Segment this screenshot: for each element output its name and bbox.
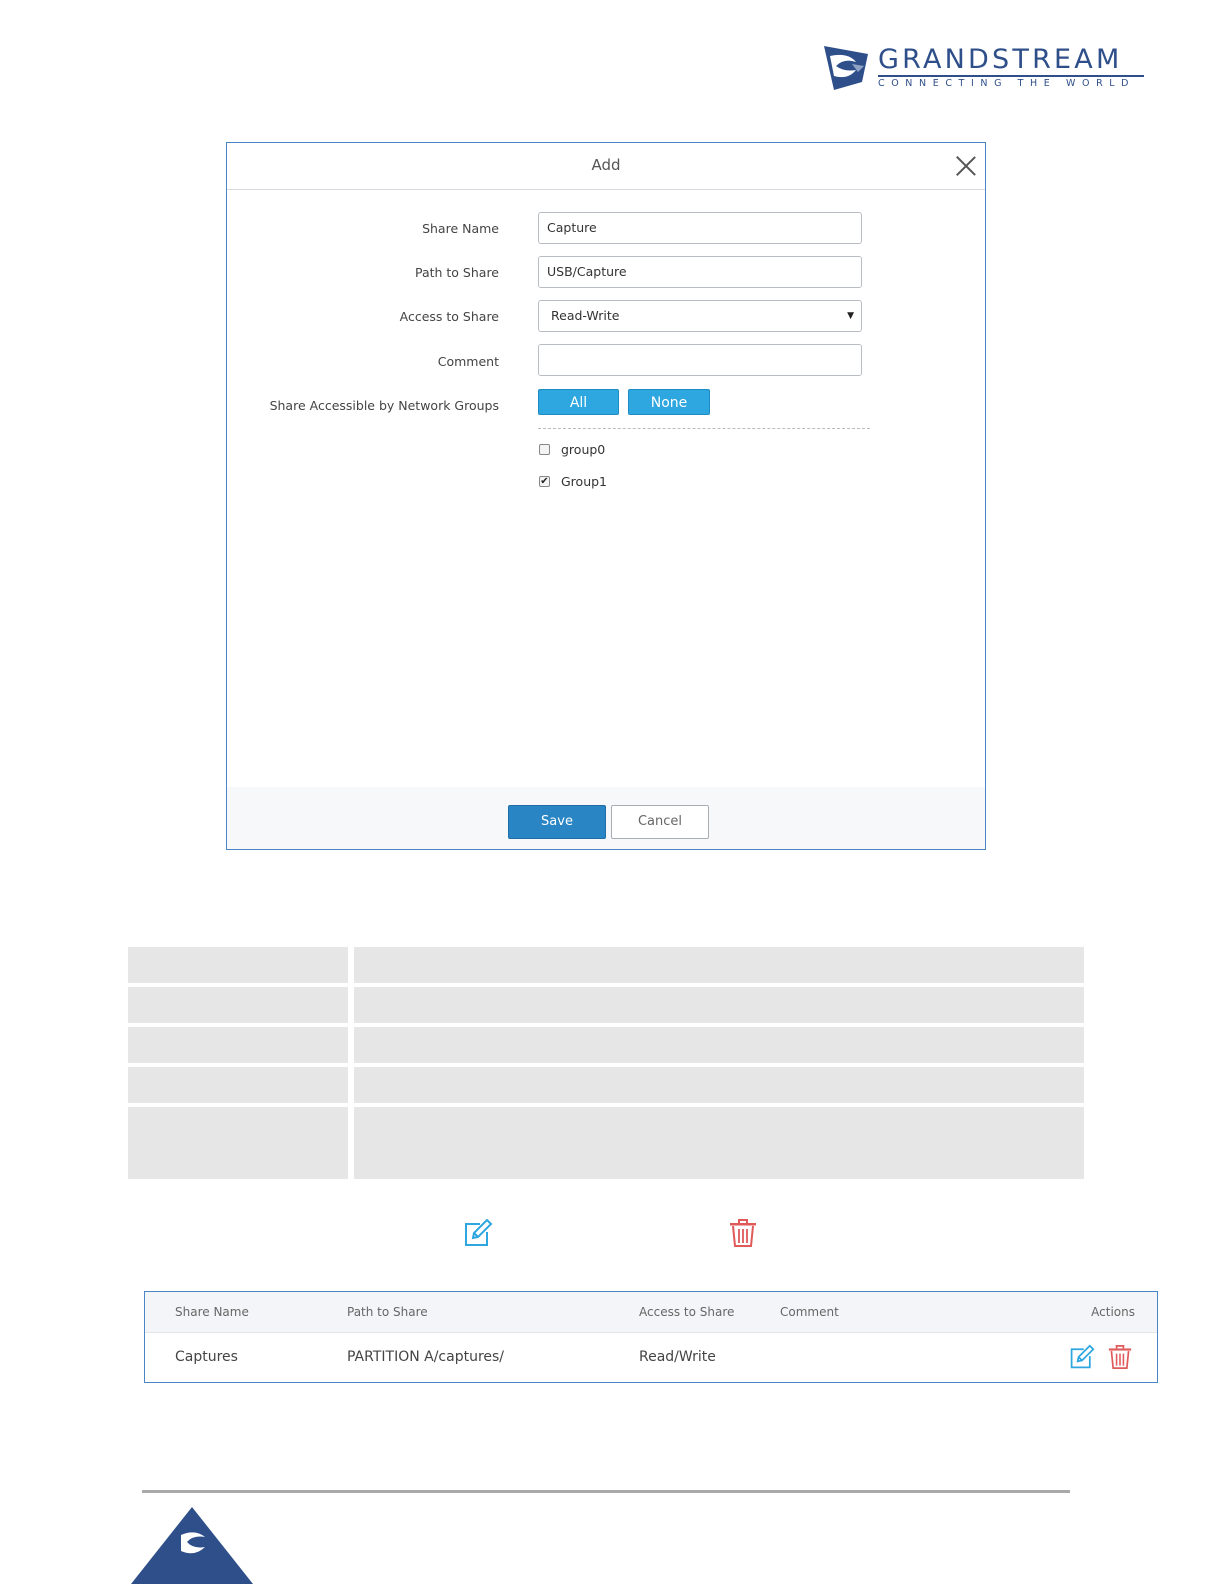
cell-path: PARTITION A/captures/ [347, 1349, 505, 1365]
table-cell [354, 1107, 1084, 1179]
chevron-down-icon: ▼ [847, 311, 854, 321]
grandstream-footer-logo-icon [131, 1507, 253, 1584]
group0-checkbox[interactable] [539, 444, 550, 455]
close-icon[interactable] [955, 155, 977, 177]
cell-share-name: Captures [175, 1349, 238, 1365]
table-row [128, 1067, 1084, 1103]
path-to-share-label: Path to Share [414, 265, 499, 280]
table-cell [128, 1107, 348, 1179]
access-to-share-label: Access to Share [399, 309, 499, 324]
edit-icon [465, 1219, 493, 1246]
edit-icon[interactable] [1069, 1344, 1095, 1370]
table-cell [354, 1067, 1084, 1103]
add-share-dialog: Add Share Name Capture Path to Share USB… [226, 142, 986, 850]
table-cell [128, 1067, 348, 1103]
shares-table: Share Name Path to Share Access to Share… [144, 1291, 1158, 1383]
dialog-footer: Save Cancel [227, 787, 985, 849]
share-name-input[interactable]: Capture [538, 212, 862, 244]
path-to-share-input[interactable]: USB/Capture [538, 256, 862, 288]
group1-label: Group1 [561, 474, 608, 489]
group0-label: group0 [561, 442, 606, 457]
dialog-title: Add [591, 156, 621, 174]
save-button[interactable]: Save [508, 805, 606, 839]
share-name-label: Share Name [422, 221, 499, 236]
network-groups-label: Share Accessible by Network Groups [269, 398, 499, 413]
column-header-share-name: Share Name [175, 1305, 249, 1319]
table-cell [128, 1027, 348, 1063]
logo-brand-text: GRANDSTREAM [878, 44, 1123, 75]
table-row [128, 1107, 1084, 1179]
trash-icon[interactable] [1108, 1344, 1132, 1370]
table-row [128, 1027, 1084, 1063]
cell-access: Read/Write [639, 1349, 716, 1365]
column-header-path: Path to Share [347, 1305, 428, 1319]
table-cell [128, 947, 348, 983]
dialog-header: Add [227, 143, 985, 190]
select-all-button[interactable]: All [538, 389, 619, 415]
column-header-access: Access to Share [639, 1305, 735, 1319]
logo-tagline: CONNECTING THE WORLD [878, 78, 1136, 89]
select-none-button[interactable]: None [628, 389, 710, 415]
table-cell [128, 987, 348, 1023]
logo-rule [878, 75, 1144, 77]
table-cell [354, 987, 1084, 1023]
grandstream-logo-icon [824, 46, 868, 90]
access-selected-value: Read-Write [551, 308, 620, 323]
grandstream-logo: GRANDSTREAM CONNECTING THE WORLD [822, 42, 1148, 94]
column-header-comment: Comment [780, 1305, 839, 1319]
trash-icon [730, 1219, 756, 1247]
column-header-actions: Actions [1091, 1305, 1135, 1319]
table-row [128, 947, 1084, 983]
cancel-button[interactable]: Cancel [611, 805, 709, 839]
table-header: Share Name Path to Share Access to Share… [145, 1292, 1157, 1333]
comment-label: Comment [437, 354, 499, 369]
table-row [128, 987, 1084, 1023]
comment-input[interactable] [538, 344, 862, 376]
table-cell [354, 1027, 1084, 1063]
access-to-share-select[interactable]: Read-Write ▼ [538, 300, 862, 332]
footer-divider [142, 1490, 1070, 1493]
table-cell [354, 947, 1084, 983]
group1-checkbox[interactable]: ✔ [539, 476, 550, 487]
groups-divider [538, 428, 870, 429]
